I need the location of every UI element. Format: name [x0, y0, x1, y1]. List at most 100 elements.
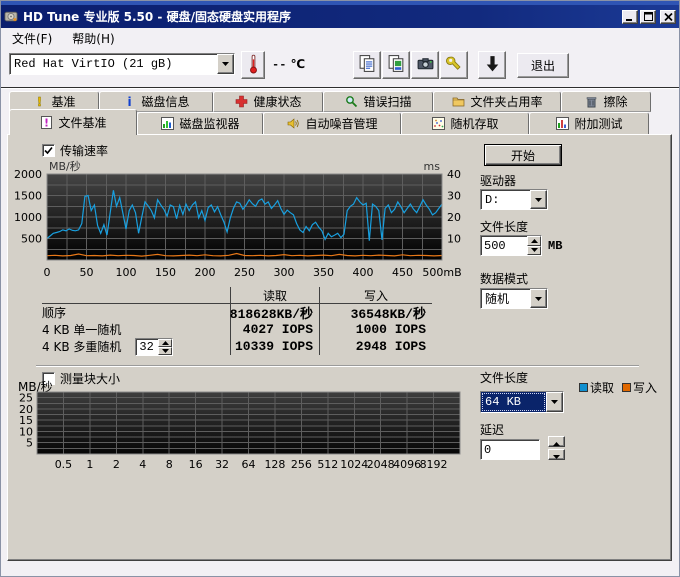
table-row-label: 4 KB 多重随机32 [42, 338, 230, 355]
hd-tune-window: HD Tune 专业版 5.50 - 硬盘/固态硬盘实用程序 文件(F) 帮助(… [0, 0, 680, 577]
tab-label: 基准 [51, 93, 75, 110]
tab-error-scan[interactable]: 错误扫描 [323, 91, 433, 112]
read-value-cell: 818628KB/秒 [230, 304, 319, 321]
legend-swatch [622, 383, 631, 392]
copy-text-button[interactable] [353, 51, 381, 79]
menu-file[interactable]: 文件(F) [9, 29, 55, 48]
file-length-value[interactable]: 500 [481, 236, 527, 255]
svg-text:1000: 1000 [14, 211, 42, 224]
results-table: 读取写入顺序818628KB/秒36548KB/秒4 KB 单一随机4027 I… [42, 287, 432, 355]
chevron-down-icon[interactable] [530, 289, 547, 308]
checkbox-label: 测量块大小 [60, 370, 120, 387]
wrench-icon [445, 54, 464, 76]
queue-depth-value[interactable]: 32 [136, 339, 158, 355]
tab-label: 文件基准 [58, 114, 106, 131]
copy-image-button[interactable] [382, 51, 410, 79]
svg-text:300: 300 [274, 266, 295, 279]
spin-down-icon[interactable] [158, 347, 172, 355]
svg-text:500: 500 [21, 233, 42, 246]
svg-text:10: 10 [447, 233, 461, 246]
svg-text:1024: 1024 [340, 458, 368, 471]
minimize-button[interactable] [622, 10, 638, 24]
legend-swatch [579, 383, 588, 392]
tab-row-2: ! 文件基准 磁盘监视器自动噪音管理随机存取附加测试 [9, 112, 649, 135]
tab-disk-monitor[interactable]: 磁盘监视器 [137, 112, 263, 135]
row-label-text: 4 KB 单一随机 [42, 321, 121, 338]
tab-random-access[interactable]: 随机存取 [401, 112, 529, 135]
menu-help[interactable]: 帮助(H) [69, 29, 117, 48]
legend-item: 读取 [579, 379, 614, 396]
delay-value[interactable]: 0 [481, 440, 539, 459]
svg-text:512: 512 [317, 458, 338, 471]
delay-input[interactable]: 0 [480, 439, 540, 460]
file-benchmark-page: 传输速率 50010001500200010203040050100150200… [7, 134, 672, 561]
block-size-checkbox[interactable]: 测量块大小 [42, 370, 120, 387]
svg-text:32: 32 [215, 458, 229, 471]
start-button[interactable]: 开始 [484, 144, 562, 166]
tab-folder-usage[interactable]: 文件夹占用率 [433, 91, 561, 112]
read-column-header: 读取 [230, 287, 319, 304]
svg-text:100: 100 [116, 266, 137, 279]
down-arrow-icon [483, 54, 502, 76]
window-title: HD Tune 专业版 5.50 - 硬盘/固态硬盘实用程序 [23, 8, 620, 25]
tab-health[interactable]: 健康状态 [213, 91, 323, 112]
title-bar: HD Tune 专业版 5.50 - 硬盘/固态硬盘实用程序 [1, 5, 679, 28]
svg-text:25: 25 [19, 392, 33, 405]
svg-text:ms: ms [424, 160, 441, 173]
legend-item: 写入 [622, 379, 657, 396]
drive-select-value: Red Hat VirtIO (21 gB) [10, 54, 217, 74]
block-file-length-label: 文件长度 [480, 369, 528, 386]
read-value-cell: 4027 IOPS [230, 321, 319, 338]
svg-text:20: 20 [447, 211, 461, 224]
tab-erase[interactable]: 擦除 [561, 91, 651, 112]
delay-spin-down-button[interactable] [548, 449, 565, 460]
camera-icon [416, 54, 435, 76]
temperature-unit: ℃ [291, 57, 306, 71]
svg-text:!: ! [44, 117, 49, 130]
tab-noise-management[interactable]: 自动噪音管理 [263, 112, 401, 135]
data-mode-value: 随机 [481, 289, 530, 308]
benchmark-icon: ! [32, 95, 46, 109]
file-length-unit: MB [548, 239, 562, 253]
write-column-header: 写入 [319, 287, 432, 304]
maximize-button[interactable] [640, 10, 656, 24]
copy-text-icon [358, 54, 377, 76]
svg-text:MB/秒: MB/秒 [49, 160, 81, 173]
tab-file-benchmark[interactable]: ! 文件基准 [9, 109, 137, 135]
chevron-down-icon[interactable] [546, 392, 563, 412]
drive-select-combo[interactable]: Red Hat VirtIO (21 gB) [9, 53, 235, 75]
spin-down-icon[interactable] [527, 246, 541, 256]
temperature-button[interactable] [241, 51, 265, 79]
chevron-down-icon[interactable] [530, 190, 547, 209]
spin-down-icon [553, 448, 560, 462]
menu-bar: 文件(F) 帮助(H) [2, 29, 678, 48]
spin-up-icon[interactable] [527, 236, 541, 246]
spin-up-icon [553, 435, 560, 449]
file-length-spinner[interactable]: 500 [480, 235, 542, 256]
extra-tests-icon [555, 117, 569, 131]
svg-text:200: 200 [195, 266, 216, 279]
queue-depth-spinner[interactable]: 32 [135, 338, 173, 356]
tab-extra-tests[interactable]: 附加测试 [529, 112, 649, 135]
svg-text:250: 250 [234, 266, 255, 279]
delay-spin-up-button[interactable] [548, 436, 565, 447]
svg-text:i: i [127, 95, 131, 108]
write-value-cell: 1000 IOPS [319, 321, 432, 338]
options-button[interactable] [440, 51, 468, 79]
svg-text:50: 50 [80, 266, 94, 279]
checkbox-box[interactable] [42, 144, 55, 157]
transfer-rate-checkbox[interactable]: 传输速率 [42, 142, 108, 159]
chevron-down-icon[interactable] [217, 54, 234, 74]
block-file-length-combo[interactable]: 64 KB [480, 391, 564, 413]
legend-label: 读取 [590, 379, 614, 396]
drive-combo[interactable]: D: [480, 189, 548, 210]
save-results-button[interactable] [478, 51, 506, 79]
copy-image-icon [387, 54, 406, 76]
legend-label: 写入 [633, 379, 657, 396]
data-mode-combo[interactable]: 随机 [480, 288, 548, 309]
spin-up-icon[interactable] [158, 339, 172, 347]
close-button[interactable] [660, 10, 676, 24]
svg-text:256: 256 [291, 458, 312, 471]
screenshot-button[interactable] [411, 51, 439, 79]
exit-button[interactable]: 退出 [517, 53, 569, 78]
